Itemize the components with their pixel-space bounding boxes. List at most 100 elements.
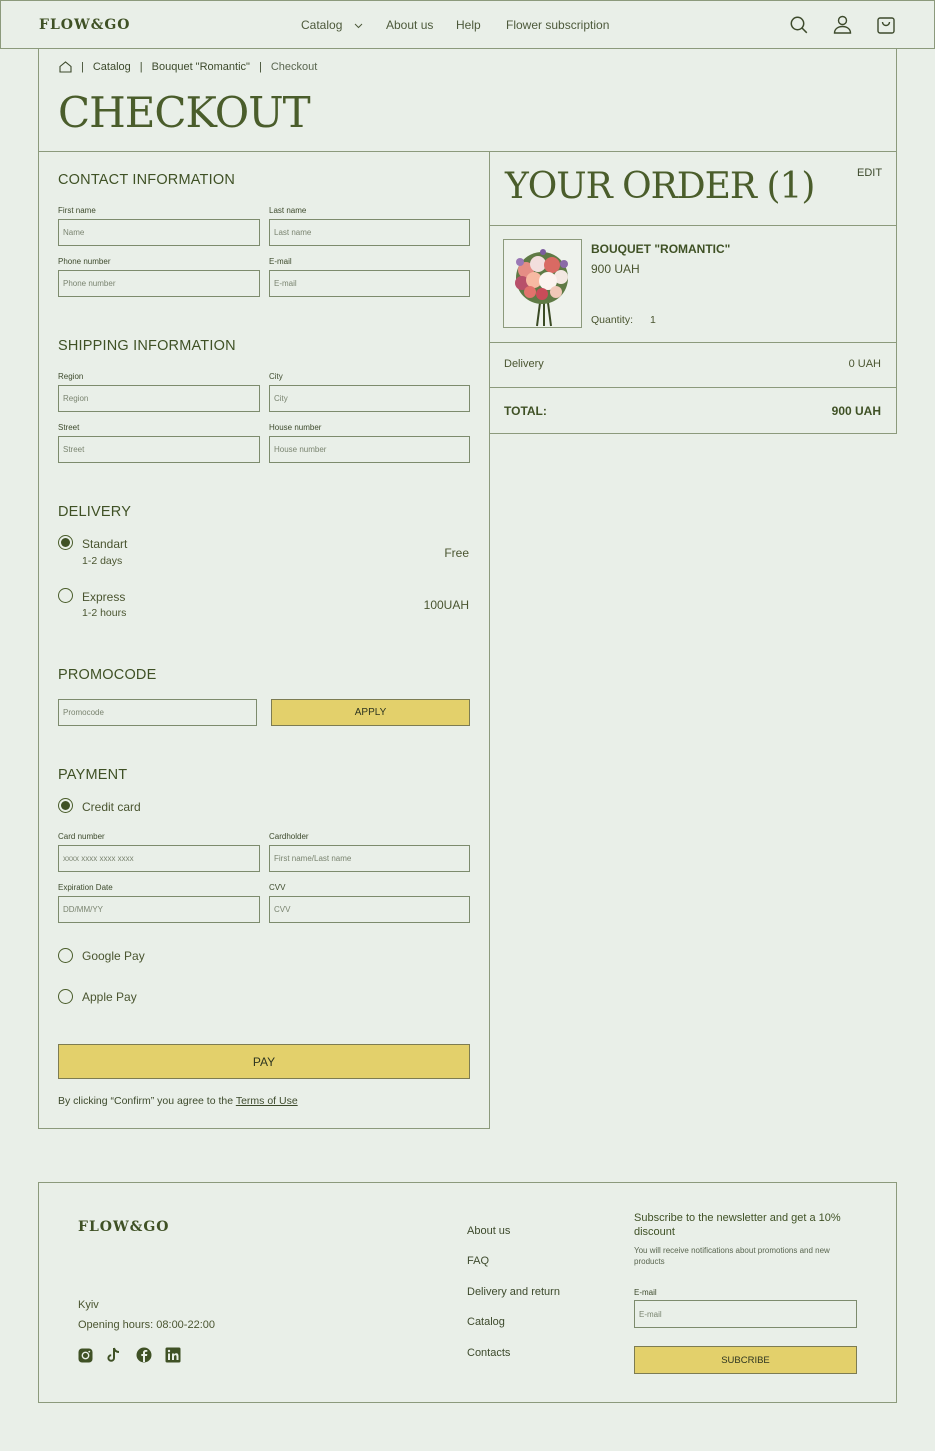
breadcrumb-product[interactable]: Bouquet "Romantic" xyxy=(152,61,250,73)
footer-hours: Opening hours: 08:00-22:00 xyxy=(78,1319,215,1331)
quantity-label: Quantity: xyxy=(591,314,634,326)
delivery-cost-value: 0 UAH xyxy=(848,358,881,370)
pay-button[interactable]: PAY xyxy=(58,1044,470,1079)
tiktok-icon[interactable] xyxy=(107,1347,121,1363)
facebook-icon[interactable] xyxy=(136,1347,152,1363)
street-label: Street xyxy=(58,423,80,432)
breadcrumb-current: Checkout xyxy=(270,61,318,73)
card-number-input[interactable] xyxy=(58,845,260,872)
house-number-input[interactable] xyxy=(269,436,470,463)
delivery-section-title: DELIVERY xyxy=(58,504,132,520)
expiration-input[interactable] xyxy=(58,896,260,923)
breadcrumb-separator: | xyxy=(139,61,143,73)
email-input[interactable] xyxy=(269,270,470,297)
breadcrumb-separator: | xyxy=(258,61,262,73)
last-name-input[interactable] xyxy=(269,219,470,246)
delivery-standard-label[interactable]: Standart xyxy=(82,537,127,551)
google-pay-label[interactable]: Google Pay xyxy=(82,949,145,963)
divider xyxy=(489,342,897,343)
city-label: City xyxy=(269,372,283,381)
page-title: CHECKOUT xyxy=(58,88,311,137)
credit-card-radio[interactable] xyxy=(58,798,73,813)
house-number-label: House number xyxy=(269,423,322,432)
apple-pay-label[interactable]: Apple Pay xyxy=(82,990,137,1004)
footer-link-delivery[interactable]: Delivery and return xyxy=(467,1286,560,1298)
last-name-label: Last name xyxy=(269,206,307,215)
footer-city: Kyiv xyxy=(78,1299,99,1311)
terms-prefix: By clicking “Confirm” you agree to the xyxy=(58,1095,234,1107)
newsletter-text: You will receive notifications about pro… xyxy=(634,1246,830,1266)
edit-order-link[interactable]: EDIT xyxy=(857,167,882,179)
newsletter-title: Subscribe to the newsletter and get a 10… xyxy=(634,1212,841,1238)
breadcrumb-separator: | xyxy=(81,61,84,73)
city-input[interactable] xyxy=(269,385,470,412)
apply-button[interactable]: APPLY xyxy=(271,699,470,726)
checkout-form-panel xyxy=(38,151,490,1129)
bouquet-image xyxy=(515,249,568,327)
delivery-standard-radio[interactable] xyxy=(58,535,73,550)
shipping-section-title: SHIPPING INFORMATION xyxy=(58,338,236,354)
product-name[interactable]: BOUQUET "ROMANTIC" xyxy=(591,242,730,256)
chevron-down-icon xyxy=(354,23,363,29)
delivery-express-radio[interactable] xyxy=(58,588,73,603)
divider xyxy=(489,387,897,388)
apple-pay-radio[interactable] xyxy=(58,989,73,1004)
promocode-input[interactable] xyxy=(58,699,257,726)
phone-label: Phone number xyxy=(58,257,111,266)
breadcrumb-catalog[interactable]: Catalog xyxy=(93,61,131,73)
search-icon[interactable] xyxy=(790,16,808,34)
street-input[interactable] xyxy=(58,436,260,463)
region-label: Region xyxy=(58,372,84,381)
order-title: YOUR ORDER (1) xyxy=(505,166,815,207)
newsletter-email-input[interactable] xyxy=(634,1300,857,1328)
payment-section-title: PAYMENT xyxy=(58,767,128,783)
instagram-icon[interactable] xyxy=(78,1348,93,1363)
google-pay-radio[interactable] xyxy=(58,948,73,963)
logo[interactable]: FLOW&GO xyxy=(39,17,131,33)
cvv-input[interactable] xyxy=(269,896,470,923)
footer-link-faq[interactable]: FAQ xyxy=(467,1255,489,1267)
first-name-input[interactable] xyxy=(58,219,260,246)
bag-icon[interactable] xyxy=(877,15,895,34)
nav-subscription[interactable]: Flower subscription xyxy=(506,18,609,32)
product-price: 900 UAH xyxy=(591,262,640,276)
nav-catalog[interactable]: Catalog xyxy=(301,18,363,32)
nav-catalog-label: Catalog xyxy=(301,18,343,32)
subscribe-button[interactable]: SUBCRIBE xyxy=(634,1346,857,1374)
delivery-standard-duration: 1-2 days xyxy=(82,555,123,567)
promo-section-title: PROMOCODE xyxy=(58,667,157,683)
delivery-cost-label: Delivery xyxy=(504,358,544,370)
delivery-express-label[interactable]: Express xyxy=(82,590,125,604)
phone-input[interactable] xyxy=(58,270,260,297)
nav-about[interactable]: About us xyxy=(386,18,433,32)
credit-card-label[interactable]: Credit card xyxy=(82,800,141,814)
quantity-value: 1 xyxy=(650,314,656,326)
footer-link-about[interactable]: About us xyxy=(467,1225,510,1237)
terms-link[interactable]: Terms of Use xyxy=(236,1095,298,1107)
site-header: FLOW&GO Catalog About us Help Flower sub… xyxy=(0,0,935,49)
cardholder-label: Cardholder xyxy=(269,832,309,841)
footer-logo[interactable]: FLOW&GO xyxy=(78,1219,170,1235)
contact-section-title: CONTACT INFORMATION xyxy=(58,172,235,188)
region-input[interactable] xyxy=(58,385,260,412)
user-icon[interactable] xyxy=(833,15,852,34)
cvv-label: CVV xyxy=(269,883,286,892)
divider xyxy=(489,225,897,226)
nav-help[interactable]: Help xyxy=(456,18,481,32)
card-number-label: Card number xyxy=(58,832,105,841)
footer-link-contacts[interactable]: Contacts xyxy=(467,1347,510,1359)
home-icon[interactable] xyxy=(59,61,72,73)
terms-text: By clicking “Confirm” you agree to the T… xyxy=(58,1095,298,1107)
delivery-standard-price: Free xyxy=(444,546,469,560)
breadcrumb: | Catalog | Bouquet "Romantic" | Checkou… xyxy=(59,61,317,73)
first-name-label: First name xyxy=(58,206,96,215)
newsletter-email-label: E-mail xyxy=(634,1288,657,1297)
cardholder-input[interactable] xyxy=(269,845,470,872)
linkedin-icon[interactable] xyxy=(165,1347,181,1363)
delivery-express-duration: 1-2 hours xyxy=(82,607,127,619)
delivery-express-price: 100UAH xyxy=(423,598,469,612)
expiration-label: Expiration Date xyxy=(58,883,113,892)
total-value: 900 UAH xyxy=(831,404,881,418)
product-image[interactable] xyxy=(503,239,582,328)
footer-link-catalog[interactable]: Catalog xyxy=(467,1316,505,1328)
